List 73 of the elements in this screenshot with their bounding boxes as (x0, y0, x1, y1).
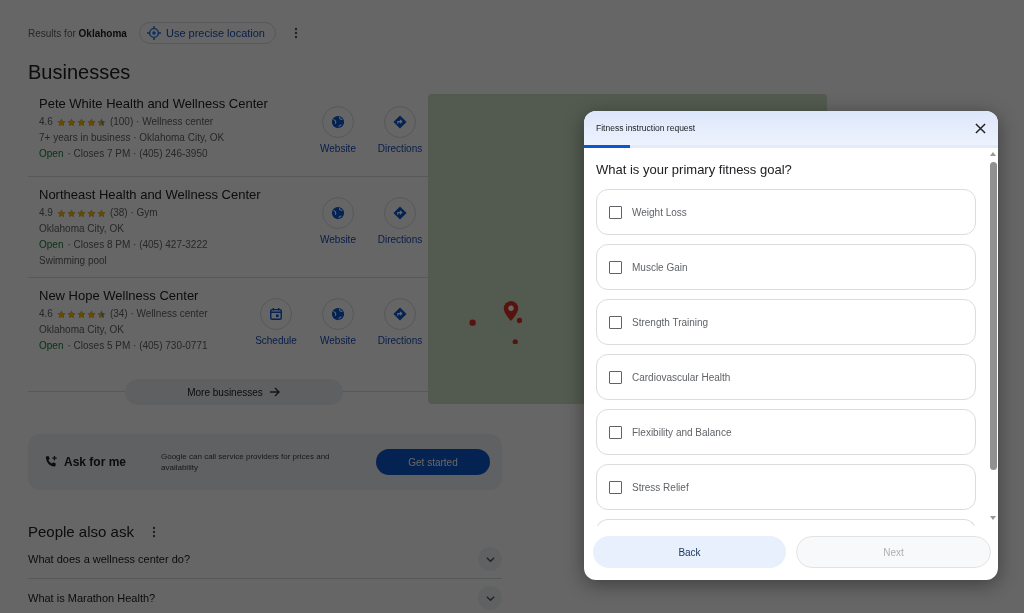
open-status-text: Open (39, 147, 64, 161)
checkbox[interactable] (609, 480, 622, 494)
hours-phone-text: · Closes 8 PM · (405) 427-3222 (67, 238, 208, 252)
directions-button[interactable]: Directions (378, 197, 422, 269)
website-button[interactable]: Website (316, 106, 360, 168)
option-card[interactable]: Cardiovascular Health (596, 354, 976, 400)
checkbox[interactable] (609, 370, 622, 384)
option-label: Flexibility and Balance (632, 426, 732, 438)
open-status-text: Open (39, 238, 64, 252)
section-heading: Businesses (28, 61, 132, 84)
directions-button[interactable]: Directions (378, 106, 422, 168)
back-button[interactable]: Back (593, 536, 786, 568)
review-count-text: (34) · Wellness center (109, 307, 208, 321)
hours-phone-text: · Closes 5 PM · (405) 730-0771 (67, 339, 208, 353)
checkbox[interactable] (609, 260, 622, 274)
checkbox[interactable] (609, 425, 622, 439)
precise-location-button[interactable]: Use precise location (138, 22, 276, 44)
option-label: Cardiovascular Health (632, 371, 731, 383)
globe-icon (331, 115, 345, 129)
review-count-text: (100) · Wellness center (109, 115, 214, 129)
results-location-text: Results for Oklahoma (28, 27, 127, 39)
more-options-icon[interactable] (294, 27, 298, 39)
location-target-icon (146, 26, 161, 40)
ask-for-me-title: Ask for me (64, 455, 127, 469)
expand-chevron-icon (478, 586, 502, 610)
business-details-text: Oklahoma City, OK (39, 323, 125, 337)
option-label: Stress Relief (632, 481, 689, 493)
map-pin-icon (502, 300, 520, 322)
more-options-icon[interactable] (151, 525, 156, 538)
more-businesses-button[interactable]: More businesses (125, 379, 343, 405)
question-text: What does a wellness center do? (28, 553, 191, 565)
website-button[interactable]: Website (316, 197, 360, 269)
option-card[interactable]: Weight Loss (596, 189, 976, 235)
arrow-right-icon (268, 386, 281, 398)
business-name[interactable]: Northeast Health and Wellness Center (39, 187, 261, 202)
option-card[interactable]: Muscle Gain (596, 244, 976, 290)
checkbox[interactable] (609, 315, 622, 329)
schedule-button[interactable]: Schedule (254, 298, 298, 354)
review-count-text: (38) · Gym (109, 206, 158, 220)
open-status-text: Open (39, 339, 64, 353)
business-name[interactable]: Pete White Health and Wellness Center (39, 96, 268, 111)
question-text: What is Marathon Health? (28, 592, 156, 604)
directions-icon (393, 115, 407, 129)
rating-text: 4.9 (39, 206, 53, 220)
option-card[interactable]: Flexibility and Balance (596, 409, 976, 455)
directions-icon (393, 307, 407, 321)
globe-icon (331, 307, 345, 321)
option-label: Muscle Gain (632, 261, 688, 273)
business-name[interactable]: New Hope Wellness Center (39, 288, 208, 303)
section-heading: People also ask (28, 523, 134, 540)
rating-text: 4.6 (39, 115, 53, 129)
directions-button[interactable]: Directions (378, 298, 422, 354)
option-card[interactable]: Stress Relief (596, 464, 976, 510)
option-card[interactable]: Strength Training (596, 299, 976, 345)
calendar-icon (269, 307, 283, 321)
rating-text: 4.6 (39, 307, 53, 321)
checkbox[interactable] (609, 205, 622, 219)
phone-plus-icon (44, 455, 58, 469)
dialog-title: Fitness instruction request (596, 123, 696, 133)
question-title: What is your primary fitness goal? (596, 162, 793, 177)
get-started-button[interactable]: Get started (376, 449, 490, 475)
option-label: Weight Loss (632, 206, 687, 218)
close-icon[interactable] (975, 122, 986, 134)
option-label: Strength Training (632, 316, 709, 328)
website-button[interactable]: Website (316, 298, 360, 354)
globe-icon (331, 206, 345, 220)
question-row[interactable]: What does a wellness center do? (28, 540, 502, 579)
directions-icon (393, 206, 407, 220)
business-details-text: Oklahoma City, OK (39, 222, 125, 236)
question-row[interactable]: What is Marathon Health? (28, 579, 502, 613)
hours-phone-text: · Closes 7 PM · (405) 246-3950 (67, 147, 208, 161)
expand-chevron-icon (478, 547, 502, 571)
amenity-text: Swimming pool (39, 254, 108, 268)
